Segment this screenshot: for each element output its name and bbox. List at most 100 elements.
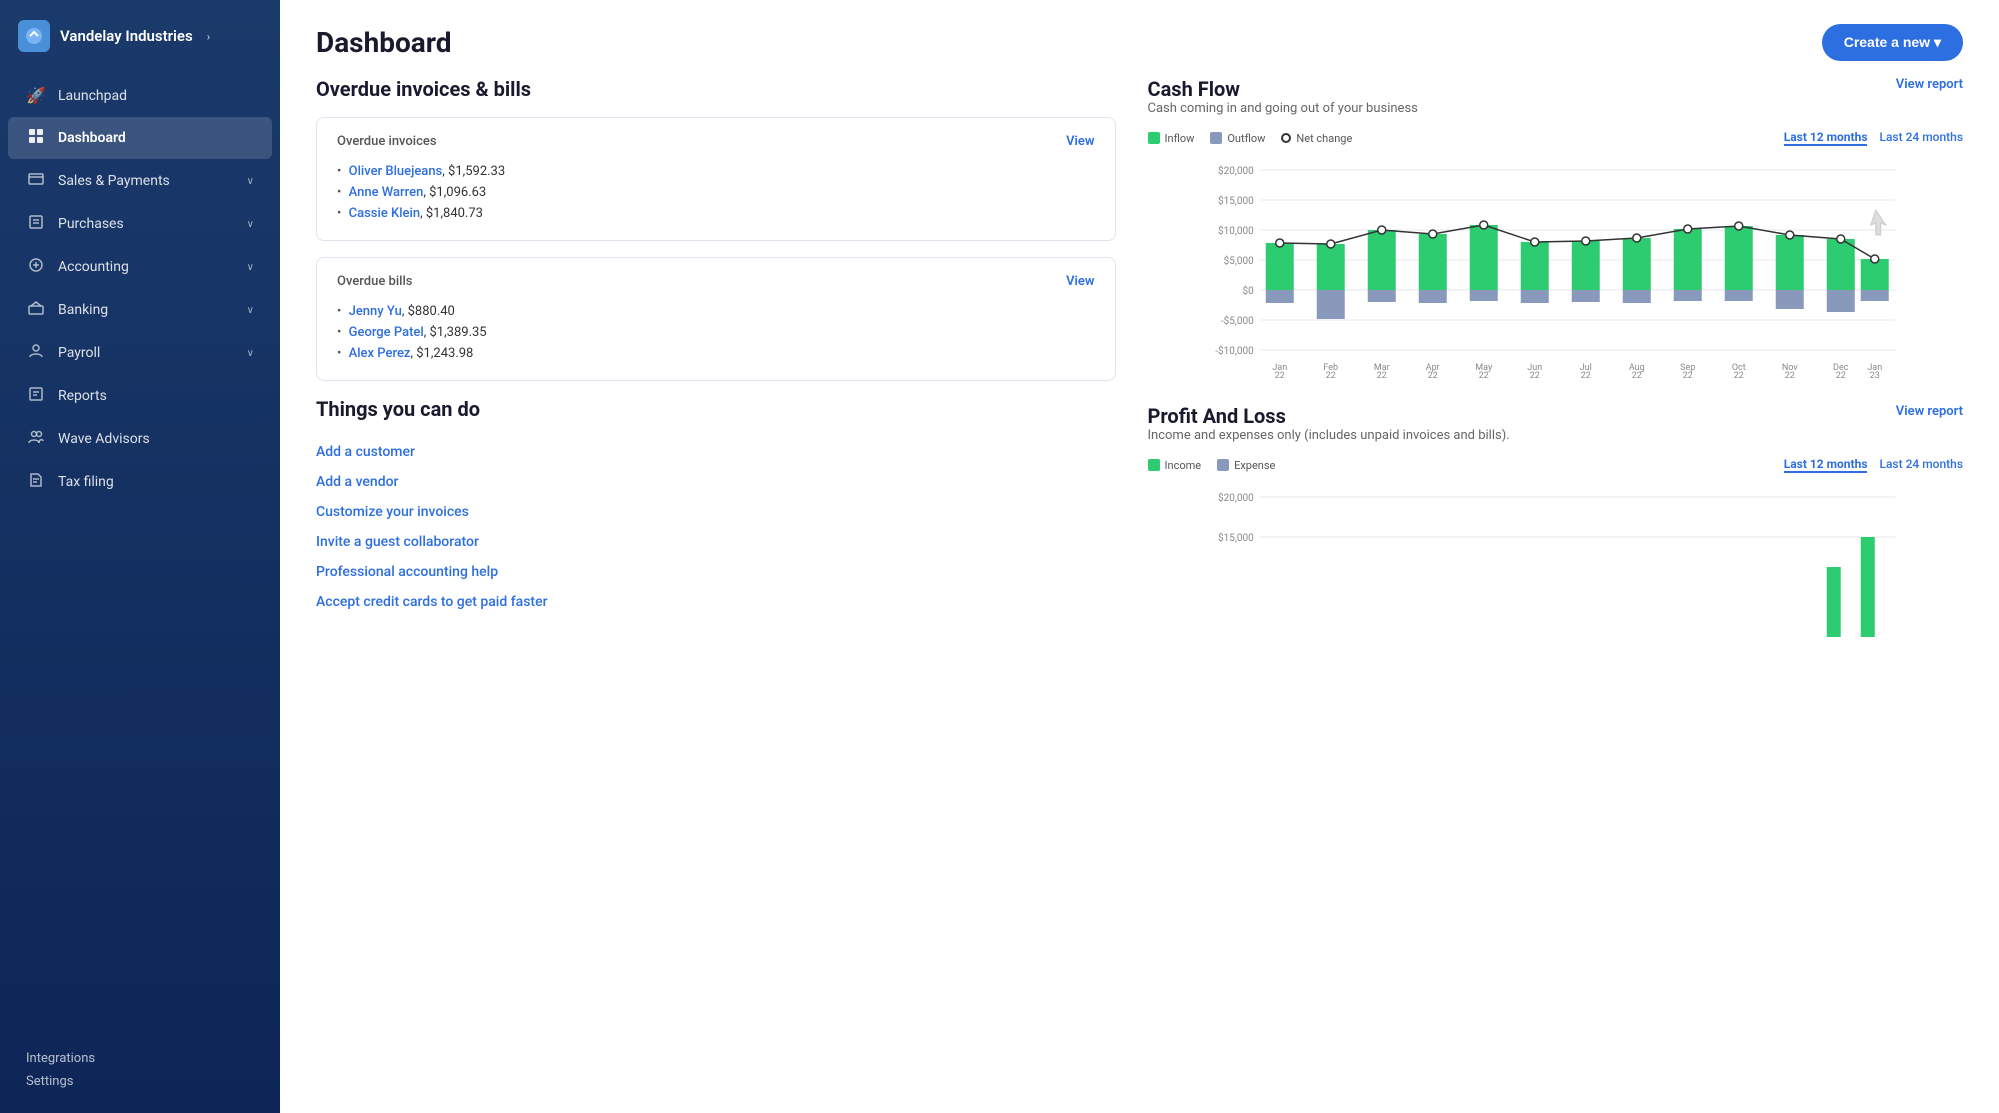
purchases-chevron-icon: ∨ [247,219,254,230]
bar-inflow-1 [1316,244,1344,290]
sidebar-item-sales[interactable]: Sales & Payments ∨ [8,160,272,202]
create-new-button[interactable]: Create a new ▾ [1822,24,1963,61]
sidebar-item-banking[interactable]: Banking ∨ [8,289,272,331]
payroll-icon [26,343,46,363]
sidebar-label-tax-filing: Tax filing [58,474,114,490]
bar-outflow-2 [1367,290,1395,302]
things-link-3[interactable]: Customize your invoices [316,497,1116,527]
sidebar-item-accounting[interactable]: Accounting ∨ [8,246,272,288]
net-dot-5 [1530,238,1538,246]
overdue-bills-header: Overdue bills View [337,274,1095,289]
profit-loss-chart: $20,000 $15,000 [1148,487,1964,647]
things-to-do-section: Things you can do Add a customer Add a v… [316,397,1116,617]
outflow-dot [1210,132,1222,144]
invoice-link-3[interactable]: Cassie Klein [349,206,420,221]
bill-item-1: • Jenny Yu, $880.40 [337,301,1095,322]
purchases-icon [26,214,46,234]
income-label: Income [1165,459,1202,472]
bill-link-3[interactable]: Alex Perez [349,346,411,361]
sidebar-nav: 🚀 Launchpad Dashboard Sales & Payments ∨… [0,68,280,1035]
sidebar-item-launchpad[interactable]: 🚀 Launchpad [8,75,272,116]
sidebar-label-banking: Banking [58,302,108,318]
svg-text:22: 22 [1631,371,1641,380]
net-dot-3 [1428,230,1436,238]
svg-text:23: 23 [1869,371,1879,380]
sidebar-item-wave-advisors[interactable]: Wave Advisors [8,418,272,460]
content-grid: Overdue invoices & bills Overdue invoice… [280,77,1999,683]
income-dot [1148,459,1160,471]
period-tab-24m[interactable]: Last 24 months [1879,130,1963,146]
overdue-invoices-view-link[interactable]: View [1066,134,1094,149]
svg-text:-$5,000: -$5,000 [1220,314,1253,327]
things-link-5[interactable]: Professional accounting help [316,557,1116,587]
profit-loss-subtitle: Income and expenses only (includes unpai… [1148,428,1510,443]
invoice-item-3: • Cassie Klein, $1,840.73 [337,203,1095,224]
bill-link-1[interactable]: Jenny Yu [349,304,402,319]
period-tab-12m[interactable]: Last 12 months [1784,130,1868,146]
net-dot-8 [1683,225,1691,233]
things-link-6[interactable]: Accept credit cards to get paid faster [316,587,1116,617]
svg-text:22: 22 [1733,371,1743,380]
sidebar-item-reports[interactable]: Reports [8,375,272,417]
pal-period-tab-24m[interactable]: Last 24 months [1879,457,1963,473]
bar-outflow-4 [1469,290,1497,301]
sidebar-settings[interactable]: Settings [18,1070,262,1093]
invoice-item-2: • Anne Warren, $1,096.63 [337,182,1095,203]
company-name: Vandelay Industries [60,27,193,45]
svg-text:22: 22 [1274,371,1284,380]
expense-label: Expense [1234,459,1275,472]
reports-icon [26,386,46,406]
bar-outflow-7 [1622,290,1650,303]
sidebar-item-tax-filing[interactable]: Tax filing [8,461,272,503]
sidebar-label-sales: Sales & Payments [58,173,170,189]
svg-text:$0: $0 [1242,284,1254,297]
sidebar-label-launchpad: Launchpad [58,88,127,104]
bar-outflow-1 [1316,290,1344,319]
bullet-3: • [337,206,341,221]
svg-text:$20,000: $20,000 [1218,491,1254,504]
left-column: Overdue invoices & bills Overdue invoice… [316,77,1140,647]
sidebar-integrations[interactable]: Integrations [18,1047,262,1070]
cash-flow-header: Cash Flow Cash coming in and going out o… [1148,77,1964,126]
sidebar-item-payroll[interactable]: Payroll ∨ [8,332,272,374]
cash-flow-subtitle: Cash coming in and going out of your bus… [1148,101,1418,116]
cash-flow-view-report[interactable]: View report [1896,77,1963,92]
launchpad-icon: 🚀 [26,86,46,105]
profit-loss-view-report[interactable]: View report [1896,404,1963,419]
bill-link-2[interactable]: George Patel [349,325,424,340]
bar-inflow-3 [1418,234,1446,290]
net-dot-6 [1581,237,1589,245]
bill-bullet-1: • [337,304,341,319]
invoice-link-2[interactable]: Anne Warren [349,185,424,200]
things-link-1[interactable]: Add a customer [316,437,1116,467]
net-change-label: Net change [1296,132,1352,145]
bar-inflow-8 [1673,229,1701,290]
things-link-2[interactable]: Add a vendor [316,467,1116,497]
banking-chevron-icon: ∨ [247,305,254,316]
bar-inflow-0 [1265,243,1293,290]
bullet-2: • [337,185,341,200]
things-link-4[interactable]: Invite a guest collaborator [316,527,1116,557]
overdue-section-title: Overdue invoices & bills [316,77,1116,101]
invoice-link-1[interactable]: Oliver Bluejeans [349,164,443,179]
svg-text:$20,000: $20,000 [1218,164,1254,177]
profit-loss-svg: $20,000 $15,000 [1148,487,1964,647]
company-logo[interactable]: Vandelay Industries › [0,0,280,68]
page-title: Dashboard [316,26,452,59]
sidebar-label-wave-advisors: Wave Advisors [58,431,150,447]
overdue-bills-label: Overdue bills [337,274,412,289]
legend-net-change: Net change [1281,132,1352,145]
dashboard-icon [26,128,46,148]
pal-period-tab-12m[interactable]: Last 12 months [1784,457,1868,473]
overdue-bills-view-link[interactable]: View [1066,274,1094,289]
svg-text:22: 22 [1682,371,1692,380]
bill-bullet-3: • [337,346,341,361]
main-header: Dashboard Create a new ▾ [280,0,1999,77]
cash-flow-legend: Inflow Outflow Net change [1148,132,1353,145]
net-dot-1 [1326,240,1334,248]
sidebar-item-purchases[interactable]: Purchases ∨ [8,203,272,245]
cash-flow-header-left: Cash Flow Cash coming in and going out o… [1148,77,1418,126]
bar-inflow-4 [1469,225,1497,290]
bar-outflow-5 [1520,290,1548,303]
sidebar-item-dashboard[interactable]: Dashboard [8,117,272,159]
